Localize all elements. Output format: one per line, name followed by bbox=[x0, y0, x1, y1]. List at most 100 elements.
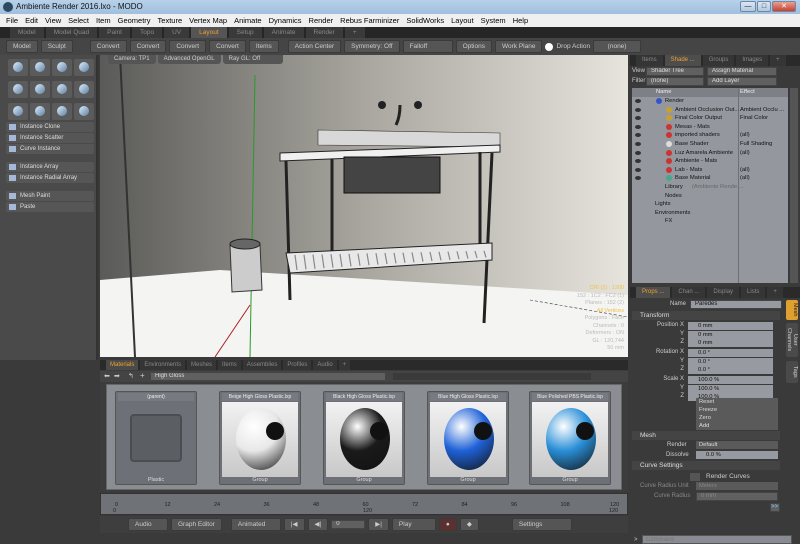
symmetry-dropdown[interactable]: Symmetry: Off bbox=[344, 40, 400, 53]
visibility-eye-icon[interactable] bbox=[635, 150, 641, 155]
shader-tree-row[interactable]: Base Material (all) bbox=[632, 174, 788, 183]
raygl-tab[interactable]: Ray GL: Off bbox=[222, 55, 283, 64]
rotation-field[interactable]: 0.0 ° bbox=[688, 357, 773, 366]
name-field[interactable]: Paredes bbox=[690, 300, 782, 309]
pyramid-primitive-icon[interactable] bbox=[74, 103, 94, 120]
shader-tree-scrollbar[interactable] bbox=[790, 88, 798, 283]
dissolve-field[interactable]: 0.0 % bbox=[696, 451, 778, 459]
menu-view[interactable]: View bbox=[45, 14, 61, 27]
browser-tab-items[interactable]: Items bbox=[218, 360, 241, 370]
menu-edit[interactable]: Edit bbox=[25, 14, 38, 27]
tool-instance-array[interactable]: Instance Array bbox=[6, 162, 94, 172]
visibility-eye-icon[interactable] bbox=[635, 99, 641, 103]
shader-tab-4[interactable]: + bbox=[770, 55, 786, 66]
visibility-eye-icon[interactable] bbox=[635, 159, 641, 164]
browser-tab-add[interactable]: + bbox=[338, 360, 351, 370]
capsule-primitive-icon[interactable] bbox=[30, 81, 50, 98]
preset-thumbnail[interactable]: Blue Polished PBS Plastic.lxp Group bbox=[529, 391, 611, 485]
curve-radius-unit-dropdown[interactable]: Meters bbox=[696, 482, 778, 490]
current-frame-input[interactable]: 0 bbox=[331, 520, 366, 529]
side-tab-mesh[interactable]: Mesh bbox=[786, 300, 798, 320]
visibility-eye-icon[interactable] bbox=[635, 176, 641, 181]
assign-material-button[interactable]: Assign Material bbox=[707, 67, 777, 76]
menu-animate[interactable]: Animate bbox=[234, 14, 262, 27]
menu-solidworks[interactable]: SolidWorks bbox=[406, 14, 444, 27]
curve-settings-section[interactable]: Curve Settings bbox=[632, 461, 780, 470]
shader-tree-row[interactable]: FX bbox=[632, 217, 788, 226]
cylinder-primitive-icon[interactable] bbox=[52, 59, 72, 76]
tool-paste[interactable]: Paste bbox=[6, 202, 94, 212]
menu-dynamics[interactable]: Dynamics bbox=[269, 14, 302, 27]
command-input[interactable] bbox=[642, 535, 792, 544]
shader-tab-0[interactable]: Items bbox=[636, 55, 663, 66]
shader-tree-row[interactable]: Nodes bbox=[632, 192, 788, 201]
animated-dropdown[interactable]: Animated bbox=[230, 518, 281, 531]
model-mode-button[interactable]: Model bbox=[6, 40, 38, 53]
convert-button-3[interactable]: Convert bbox=[169, 40, 207, 53]
key-button[interactable]: ◆ bbox=[459, 518, 479, 531]
preset-thumbnail[interactable]: Beige High Gloss Plastic.lxp Group bbox=[219, 391, 301, 485]
shader-tree-row[interactable]: Render bbox=[632, 97, 788, 106]
position-field[interactable]: 0 mm bbox=[688, 322, 773, 330]
props-tab-4[interactable]: + bbox=[767, 287, 783, 298]
audio-button[interactable]: Audio bbox=[128, 518, 168, 531]
shader-tree-row[interactable]: Library (Ambiente Rende ... bbox=[632, 183, 788, 192]
preset-thumbnail[interactable]: Blue High Gloss Plastic.lxp Group bbox=[427, 391, 509, 485]
render-style-tab[interactable]: Advanced OpenGL bbox=[157, 55, 221, 64]
add-layer-dropdown[interactable]: Add Layer bbox=[707, 77, 777, 86]
timeline[interactable]: 0 12 24 36 48 60 72 84 96 108 120 0 120 120 bbox=[100, 493, 628, 515]
visibility-eye-icon[interactable] bbox=[635, 124, 641, 129]
filter-dropdown[interactable]: (none) bbox=[646, 77, 704, 86]
torus-primitive-icon[interactable] bbox=[8, 81, 28, 98]
visibility-eye-icon[interactable] bbox=[635, 107, 641, 112]
menu-help[interactable]: Help bbox=[513, 14, 528, 27]
plane-primitive-icon[interactable] bbox=[52, 81, 72, 98]
go-to-start-button[interactable]: |◀ bbox=[283, 518, 305, 531]
visibility-eye-icon[interactable] bbox=[635, 167, 641, 172]
camera-tab[interactable]: Camera: TP1 bbox=[108, 55, 156, 64]
browser-tab-audio[interactable]: Audio bbox=[313, 360, 337, 370]
minimize-button[interactable]: — bbox=[740, 1, 756, 12]
layout-tab-render[interactable]: Render bbox=[305, 27, 343, 38]
visibility-eye-icon[interactable] bbox=[635, 142, 641, 146]
layout-tab-uv[interactable]: UV bbox=[164, 27, 190, 38]
cone-primitive-icon[interactable] bbox=[74, 59, 94, 76]
convert-button-4[interactable]: Convert bbox=[209, 40, 246, 53]
maximize-button[interactable]: □ bbox=[757, 1, 771, 12]
tool-instance-radial-array[interactable]: Instance Radial Array bbox=[6, 173, 94, 183]
layout-tab-model[interactable]: Model bbox=[10, 27, 44, 38]
previous-key-button[interactable]: ◀| bbox=[307, 518, 329, 531]
browser-tab-assemblies[interactable]: Assemblies bbox=[242, 360, 282, 370]
next-frame-button[interactable]: ▶| bbox=[368, 518, 389, 531]
browser-path-dropdown[interactable]: High Gloss bbox=[150, 372, 386, 381]
layout-tab-layout[interactable]: Layout bbox=[191, 27, 227, 38]
shader-tree-row[interactable]: Ambient Occlusion Out... Ambient Occlu ..… bbox=[632, 106, 788, 115]
layout-tab-paint[interactable]: Paint bbox=[99, 27, 130, 38]
tool-curve-instance[interactable]: Curve Instance bbox=[6, 144, 94, 154]
curve-radius-field[interactable]: 0 mm bbox=[696, 492, 778, 501]
menu-render[interactable]: Render bbox=[309, 14, 334, 27]
props-tab-1[interactable]: Chan ... bbox=[672, 287, 706, 298]
position-field[interactable]: 0 mm bbox=[688, 339, 773, 347]
layout-tab-topo[interactable]: Topo bbox=[131, 27, 163, 38]
shader-tab-2[interactable]: Groups bbox=[702, 55, 735, 66]
settings-button[interactable]: Settings bbox=[511, 518, 572, 531]
browser-tab-profiles[interactable]: Profiles bbox=[283, 360, 312, 370]
preset-thumbnail[interactable]: Black High Gloss Plastic.lxp Group bbox=[323, 391, 405, 485]
side-tab-tags[interactable]: Tags bbox=[786, 361, 798, 383]
shader-tree-row[interactable]: imported shaders (all) bbox=[632, 131, 788, 140]
cube-primitive-icon[interactable] bbox=[8, 59, 28, 76]
text-primitive-icon[interactable] bbox=[74, 81, 94, 98]
menu-geometry[interactable]: Geometry bbox=[118, 14, 151, 27]
menu-file[interactable]: File bbox=[6, 14, 18, 27]
layout-tab-model-quad[interactable]: Model Quad bbox=[45, 27, 98, 38]
props-tab-3[interactable]: Lists bbox=[741, 287, 766, 298]
preset-thumbnail[interactable]: (parent) Plastic bbox=[115, 391, 197, 485]
props-tab-2[interactable]: Display bbox=[707, 287, 740, 298]
pen-primitive-icon[interactable] bbox=[8, 103, 28, 120]
close-button[interactable]: ✕ bbox=[772, 1, 796, 12]
shader-tree-row[interactable]: Luz Amarela Ambiente (all) bbox=[632, 149, 788, 158]
scale-field[interactable]: 100.0 % bbox=[688, 376, 773, 384]
rotation-field[interactable]: 0.0 ° bbox=[688, 349, 773, 357]
menu-texture[interactable]: Texture bbox=[158, 14, 183, 27]
